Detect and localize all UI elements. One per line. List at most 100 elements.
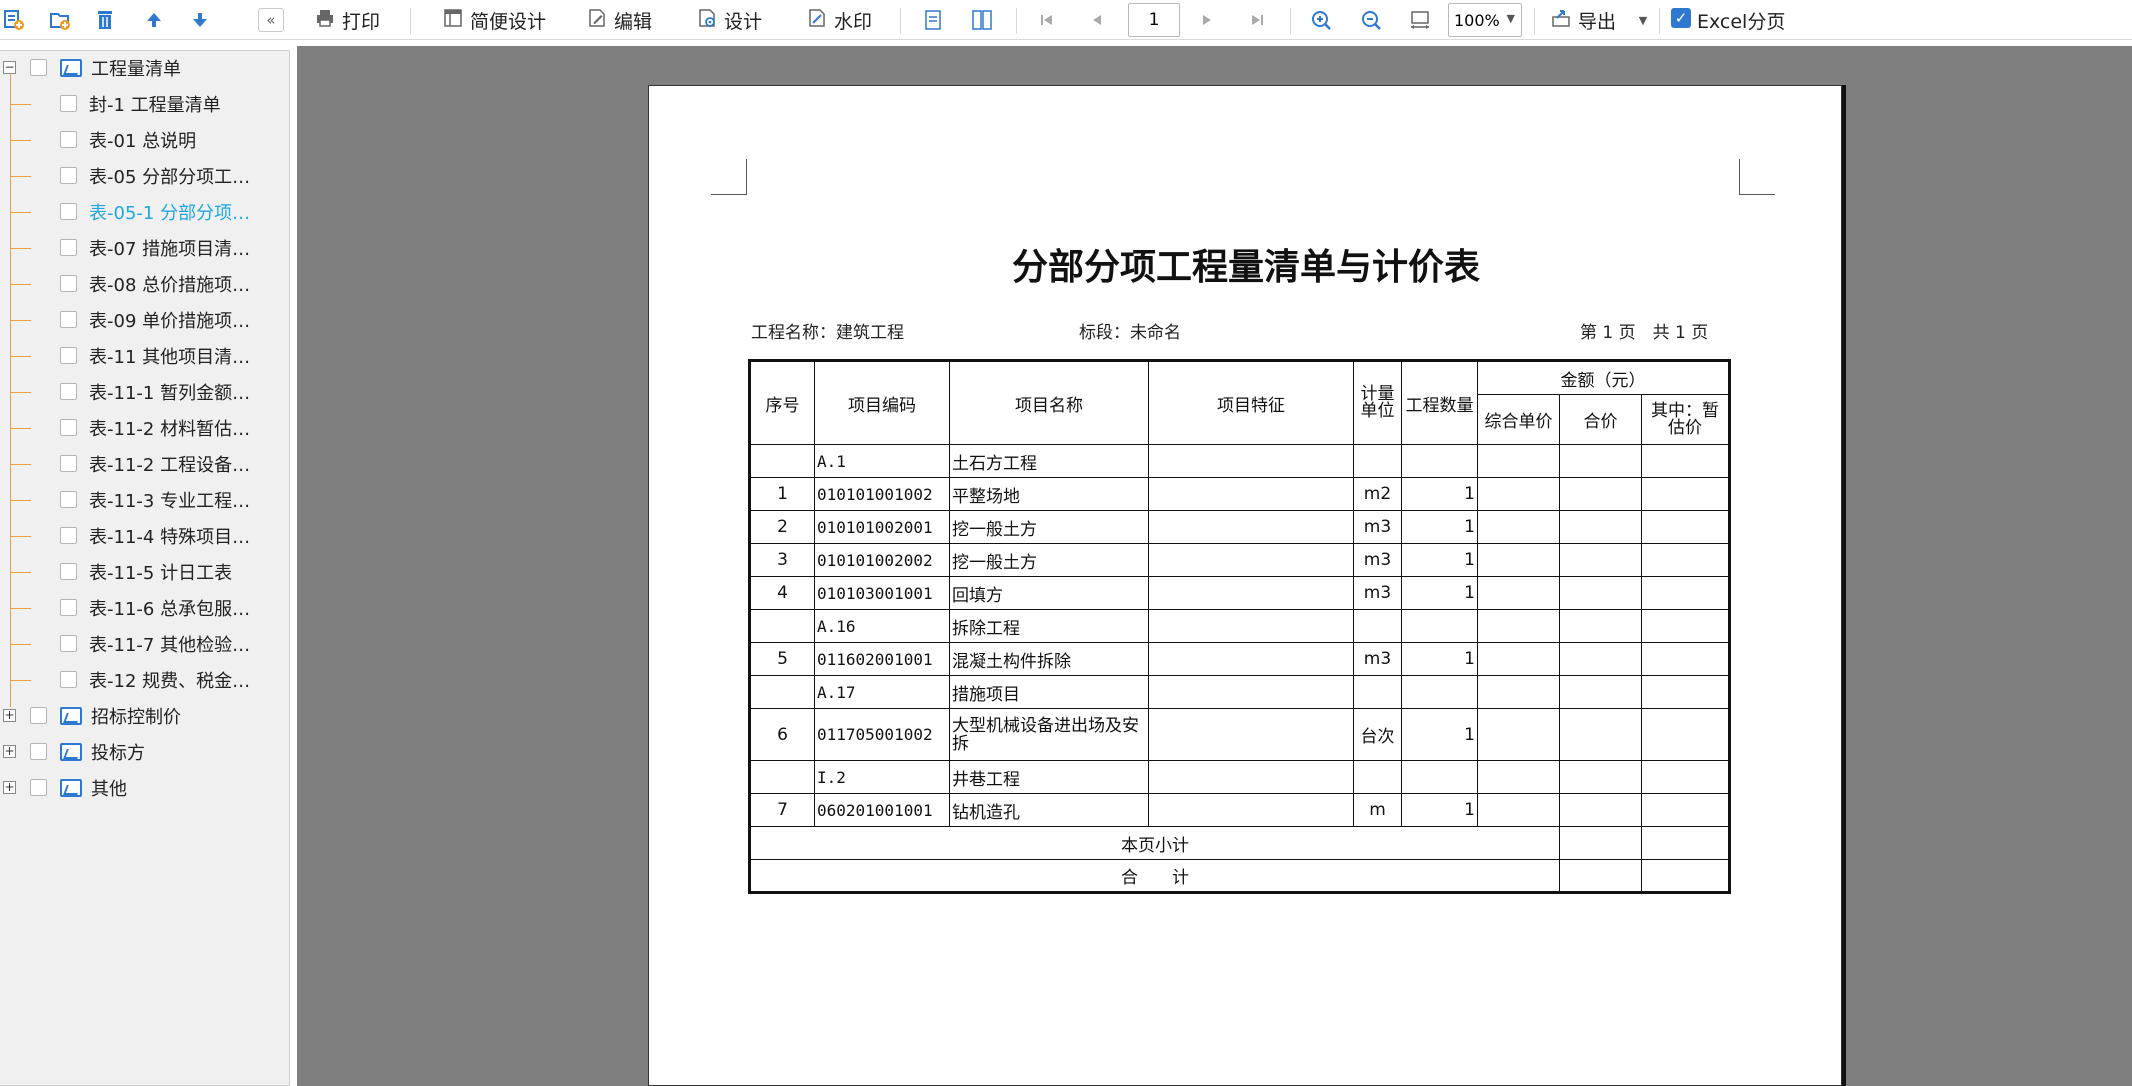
tree-checkbox[interactable] xyxy=(60,383,77,400)
tree-checkbox[interactable] xyxy=(60,203,77,220)
tree-node-group[interactable]: + 投标方 xyxy=(0,735,290,769)
tree-item[interactable]: 表-05 分部分项工… xyxy=(0,159,290,193)
row-feature xyxy=(1148,760,1354,794)
next-page-icon[interactable] xyxy=(1195,8,1219,32)
collapse-sidebar-button[interactable]: « xyxy=(258,8,284,32)
row-name: 挖一般土方 xyxy=(949,510,1149,544)
export-button[interactable]: 导出 xyxy=(1550,6,1616,34)
header-code: 项目编码 xyxy=(814,360,950,445)
last-page-icon[interactable] xyxy=(1245,8,1269,32)
tree-connector xyxy=(11,320,31,321)
tree-item-label: 表-07 措施项目清… xyxy=(89,239,251,260)
row-feature xyxy=(1148,708,1354,761)
tree-checkbox[interactable] xyxy=(60,311,77,328)
move-up-icon[interactable] xyxy=(142,8,166,32)
zoom-select[interactable]: 100% ▼ xyxy=(1448,3,1522,37)
tree-group-label: 招标控制价 xyxy=(91,707,181,728)
tree-item[interactable]: 表-11-4 特殊项目… xyxy=(0,519,290,553)
header-unit-line2: 单位 xyxy=(1360,401,1395,421)
tree-checkbox[interactable] xyxy=(60,131,77,148)
add-folder-icon[interactable] xyxy=(48,8,72,32)
tree-item[interactable]: 表-11-2 工程设备… xyxy=(0,447,290,481)
previous-page-icon[interactable] xyxy=(1085,8,1109,32)
print-button[interactable]: 打印 xyxy=(314,6,380,34)
tree-item[interactable]: 表-09 单价措施项… xyxy=(0,303,290,337)
tree-group-label: 投标方 xyxy=(91,743,145,764)
tree-checkbox[interactable] xyxy=(60,671,77,688)
collapse-node-icon[interactable]: − xyxy=(3,61,16,74)
tree-connector xyxy=(11,572,31,573)
page-indicator: 第 1 页 共 1 页 xyxy=(1580,323,1709,343)
row-name: 挖一般土方 xyxy=(949,543,1149,577)
tree-checkbox[interactable] xyxy=(60,95,77,112)
row-qty: 1 xyxy=(1401,708,1478,761)
move-down-icon[interactable] xyxy=(188,8,212,32)
watermark-button[interactable]: 水印 xyxy=(806,6,872,34)
tree-checkbox[interactable] xyxy=(60,347,77,364)
row-qty: 1 xyxy=(1401,793,1478,827)
tree-connector xyxy=(11,464,31,465)
fit-width-icon[interactable] xyxy=(1408,8,1432,32)
row-qty: 1 xyxy=(1401,642,1478,676)
page-number-input[interactable] xyxy=(1128,3,1180,37)
tree-node-group[interactable]: + 招标控制价 xyxy=(0,699,290,733)
edit-button[interactable]: 编辑 xyxy=(586,6,652,34)
tree-checkbox[interactable] xyxy=(30,59,47,76)
zoom-in-icon[interactable] xyxy=(1309,8,1333,32)
row-provisional xyxy=(1640,576,1731,610)
tree-node-root[interactable]: − 工程量清单 xyxy=(0,51,290,85)
tree-checkbox[interactable] xyxy=(60,491,77,508)
simple-design-button[interactable]: 简便设计 xyxy=(442,6,546,34)
tree-checkbox[interactable] xyxy=(60,419,77,436)
design-button[interactable]: 设计 xyxy=(696,6,762,34)
tree-checkbox[interactable] xyxy=(60,563,77,580)
table-cell xyxy=(1559,826,1642,860)
tree-item-label: 表-12 规费、税金… xyxy=(89,671,251,692)
expand-node-icon[interactable]: + xyxy=(3,709,16,722)
table-row: 3 010101002002 挖一般土方 m3 1 xyxy=(749,543,1731,577)
tree-item-label: 表-08 总价措施项… xyxy=(89,275,251,296)
tree-checkbox[interactable] xyxy=(60,527,77,544)
tree-checkbox[interactable] xyxy=(30,707,47,724)
tree-item[interactable]: 表-11-3 专业工程… xyxy=(0,483,290,517)
tree-item[interactable]: 表-11-1 暂列金额… xyxy=(0,375,290,409)
tree-item[interactable]: 表-11-7 其他检验… xyxy=(0,627,290,661)
tree-item[interactable]: 表-05-1 分部分项… xyxy=(0,195,290,229)
row-provisional xyxy=(1640,642,1731,676)
tree-item[interactable]: 表-11-6 总承包服… xyxy=(0,591,290,625)
tree-item[interactable]: 表-11-5 计日工表 xyxy=(0,555,290,589)
tree-item[interactable]: 封-1 工程量清单 xyxy=(0,87,290,121)
tree-checkbox[interactable] xyxy=(60,455,77,472)
tree-checkbox[interactable] xyxy=(60,275,77,292)
tree-checkbox[interactable] xyxy=(60,167,77,184)
tree-item[interactable]: 表-12 规费、税金… xyxy=(0,663,290,697)
report-folder-icon xyxy=(60,59,82,77)
double-page-icon[interactable] xyxy=(970,8,994,32)
add-report-icon[interactable] xyxy=(2,8,26,32)
delete-icon[interactable] xyxy=(93,8,117,32)
tree-item-label: 表-05-1 分部分项… xyxy=(89,203,251,224)
tree-checkbox[interactable] xyxy=(60,635,77,652)
tree-item[interactable]: 表-07 措施项目清… xyxy=(0,231,290,265)
tree-checkbox[interactable] xyxy=(30,743,47,760)
zoom-out-icon[interactable] xyxy=(1359,8,1383,32)
tree-item[interactable]: 表-08 总价措施项… xyxy=(0,267,290,301)
expand-node-icon[interactable]: + xyxy=(3,745,16,758)
excel-paging-checkbox[interactable]: ✓ xyxy=(1671,8,1691,28)
tree-node-group[interactable]: + 其他 xyxy=(0,771,290,805)
export-dropdown-icon[interactable]: ▼ xyxy=(1631,8,1655,32)
tree-item[interactable]: 表-11 其他项目清… xyxy=(0,339,290,373)
tree-checkbox[interactable] xyxy=(60,599,77,616)
tree-item[interactable]: 表-11-2 材料暂估… xyxy=(0,411,290,445)
row-feature xyxy=(1148,675,1354,709)
report-folder-icon xyxy=(60,707,82,725)
first-page-icon[interactable] xyxy=(1035,8,1059,32)
tree-item[interactable]: 表-01 总说明 xyxy=(0,123,290,157)
expand-node-icon[interactable]: + xyxy=(3,781,16,794)
row-unit: m3 xyxy=(1353,510,1402,544)
toolbar-divider xyxy=(1290,8,1291,34)
tree-checkbox[interactable] xyxy=(60,239,77,256)
single-page-icon[interactable] xyxy=(921,8,945,32)
tree-item-label: 表-11-2 工程设备… xyxy=(89,455,251,476)
tree-checkbox[interactable] xyxy=(30,779,47,796)
